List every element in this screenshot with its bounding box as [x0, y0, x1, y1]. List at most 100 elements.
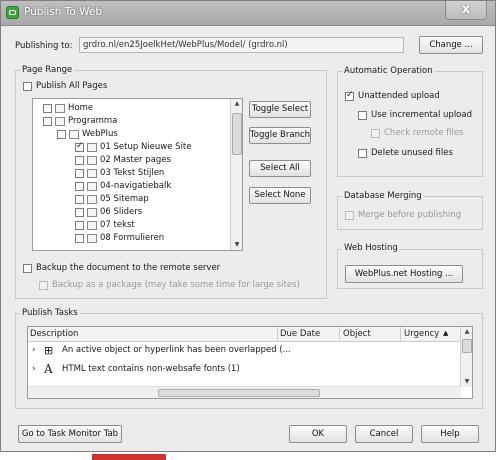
page-icon [87, 233, 97, 243]
close-button[interactable]: x [445, 1, 487, 20]
tree-checkbox[interactable] [75, 233, 84, 243]
folder-icon [55, 116, 65, 126]
column-urgency[interactable]: Urgency [404, 329, 439, 339]
page-icon [87, 155, 97, 165]
select-all-button[interactable]: Select All [249, 160, 311, 177]
unattended-upload-label: Unattended upload [358, 91, 440, 101]
tree-item-formulieren[interactable]: 08 Formulieren [75, 233, 164, 245]
tree-checkbox[interactable] [75, 207, 84, 217]
background-red-block [92, 454, 166, 460]
tree-item-tekst-stijlen[interactable]: 03 Tekst Stijlen [75, 168, 164, 180]
incremental-upload-checkbox[interactable] [358, 111, 367, 120]
column-divider[interactable] [400, 327, 401, 341]
tree-checkbox[interactable] [75, 181, 84, 191]
publish-all-checkbox[interactable] [23, 82, 32, 91]
toggle-branch-button[interactable]: Toggle Branch [249, 127, 311, 144]
page-icon [87, 181, 97, 191]
page-icon [87, 194, 97, 204]
tree-item-webplus[interactable]: WebPlus [57, 129, 118, 141]
go-to-task-monitor-button[interactable]: Go to Task Monitor Tab [18, 425, 122, 443]
backup-package-label: Backup as a package (may take some time … [52, 280, 300, 290]
tasks-horizontal-scrollbar[interactable] [28, 386, 461, 398]
column-divider[interactable] [339, 327, 340, 341]
scroll-thumb[interactable] [232, 113, 242, 155]
column-due-date[interactable]: Due Date [280, 329, 320, 339]
web-hosting-title: Web Hosting [342, 243, 400, 253]
merge-before-publishing-label: Merge before publishing [358, 210, 462, 220]
check-remote-label: Check remote files [384, 128, 464, 138]
column-divider[interactable] [277, 327, 278, 341]
automatic-operation-group [337, 71, 483, 177]
tree-checkbox[interactable] [43, 116, 52, 126]
automatic-operation-title: Automatic Operation [342, 66, 435, 76]
tree-scrollbar[interactable]: ▲ ▼ [230, 99, 242, 250]
tree-checkbox[interactable] [43, 103, 52, 113]
publishing-to-label: Publishing to: [15, 41, 73, 51]
page-icon [87, 142, 97, 152]
page-range-title: Page Range [20, 65, 75, 75]
tree-item-setup[interactable]: 01 Setup Nieuwe Site [75, 141, 192, 154]
publishing-path-field: grdro.nl/en25JoelkHet/WebPlus/Model/ (gr… [79, 37, 404, 53]
tasks-table[interactable]: Description Due Date Object Urgency ▲ › … [27, 326, 473, 399]
database-merging-title: Database Merging [342, 191, 424, 201]
folder-icon [69, 129, 79, 139]
publish-all-label: Publish All Pages [36, 81, 108, 91]
publish-dialog: Publish To Web x Publishing to: grdro.nl… [0, 0, 496, 452]
delete-unused-checkbox[interactable] [358, 149, 367, 158]
tree-item-sitemap[interactable]: 05 Sitemap [75, 194, 149, 206]
tree-item-programma[interactable]: Programma [43, 116, 117, 128]
toggle-select-button[interactable]: Toggle Select [249, 101, 311, 118]
tree-checkbox[interactable] [75, 220, 84, 230]
title-bar: Publish To Web x [1, 1, 495, 26]
scroll-down-icon[interactable]: ▼ [462, 377, 472, 387]
scroll-down-icon[interactable]: ▼ [232, 240, 242, 250]
tree-item-tekst[interactable]: 07 tekst [75, 220, 135, 232]
scroll-up-icon[interactable]: ▲ [232, 99, 242, 109]
tree-checkbox[interactable] [75, 168, 84, 178]
page-icon [55, 103, 65, 113]
scroll-thumb[interactable] [462, 339, 472, 353]
tree-checkbox[interactable] [75, 194, 84, 204]
tree-checkbox[interactable] [57, 129, 66, 139]
backup-document-checkbox[interactable] [23, 264, 32, 273]
ok-button[interactable]: OK [289, 425, 347, 443]
change-button[interactable]: Change ... [419, 36, 483, 54]
help-button[interactable]: Help [421, 425, 479, 443]
delete-unused-label: Delete unused files [371, 148, 453, 158]
cancel-button[interactable]: Cancel [355, 425, 413, 443]
select-none-button[interactable]: Select None [249, 187, 311, 204]
background-strip [0, 452, 498, 460]
hierarchy-icon: ⊞ [44, 344, 54, 357]
tree-item-navigatiebalk[interactable]: 04-navigatiebalk [75, 181, 171, 193]
table-header: Description Due Date Object Urgency ▲ [28, 327, 461, 342]
tree-item-master-pages[interactable]: 02 Master pages [75, 155, 171, 167]
tree-item-sliders[interactable]: 06 Sliders [75, 207, 142, 219]
column-description[interactable]: Description [30, 329, 78, 339]
tree-checkbox-checked[interactable] [75, 141, 84, 152]
expand-arrow-icon[interactable]: › [32, 345, 35, 355]
scroll-thumb[interactable] [158, 389, 320, 397]
backup-package-checkbox[interactable] [39, 281, 48, 290]
merge-before-publishing-checkbox[interactable] [345, 211, 354, 220]
window-title: Publish To Web [24, 6, 103, 18]
task-description: HTML text contains non-websafe fonts (1) [62, 364, 240, 374]
expand-arrow-icon[interactable]: › [32, 364, 35, 374]
task-description: An active object or hyperlink has been o… [62, 345, 291, 355]
tree-item-home[interactable]: Home [43, 103, 93, 115]
page-tree[interactable]: Home Programma WebPlus 01 Setup Nieuwe S… [32, 98, 243, 251]
font-icon: A [44, 362, 53, 376]
app-icon [6, 6, 19, 19]
backup-document-label: Backup the document to the remote server [36, 263, 221, 273]
scroll-up-icon[interactable]: ▲ [462, 327, 472, 337]
column-object[interactable]: Object [343, 329, 371, 339]
page-icon [87, 168, 97, 178]
check-remote-checkbox[interactable] [371, 129, 380, 138]
webplus-hosting-button[interactable]: WebPlus.net Hosting ... [345, 265, 463, 283]
tree-checkbox[interactable] [75, 155, 84, 165]
unattended-upload-checkbox[interactable] [345, 90, 354, 101]
page-icon [87, 207, 97, 217]
tasks-scrollbar[interactable]: ▲ ▼ [460, 327, 472, 387]
sort-arrow-icon[interactable]: ▲ [443, 329, 448, 337]
page-icon [87, 220, 97, 230]
incremental-upload-label: Use incremental upload [371, 110, 472, 120]
